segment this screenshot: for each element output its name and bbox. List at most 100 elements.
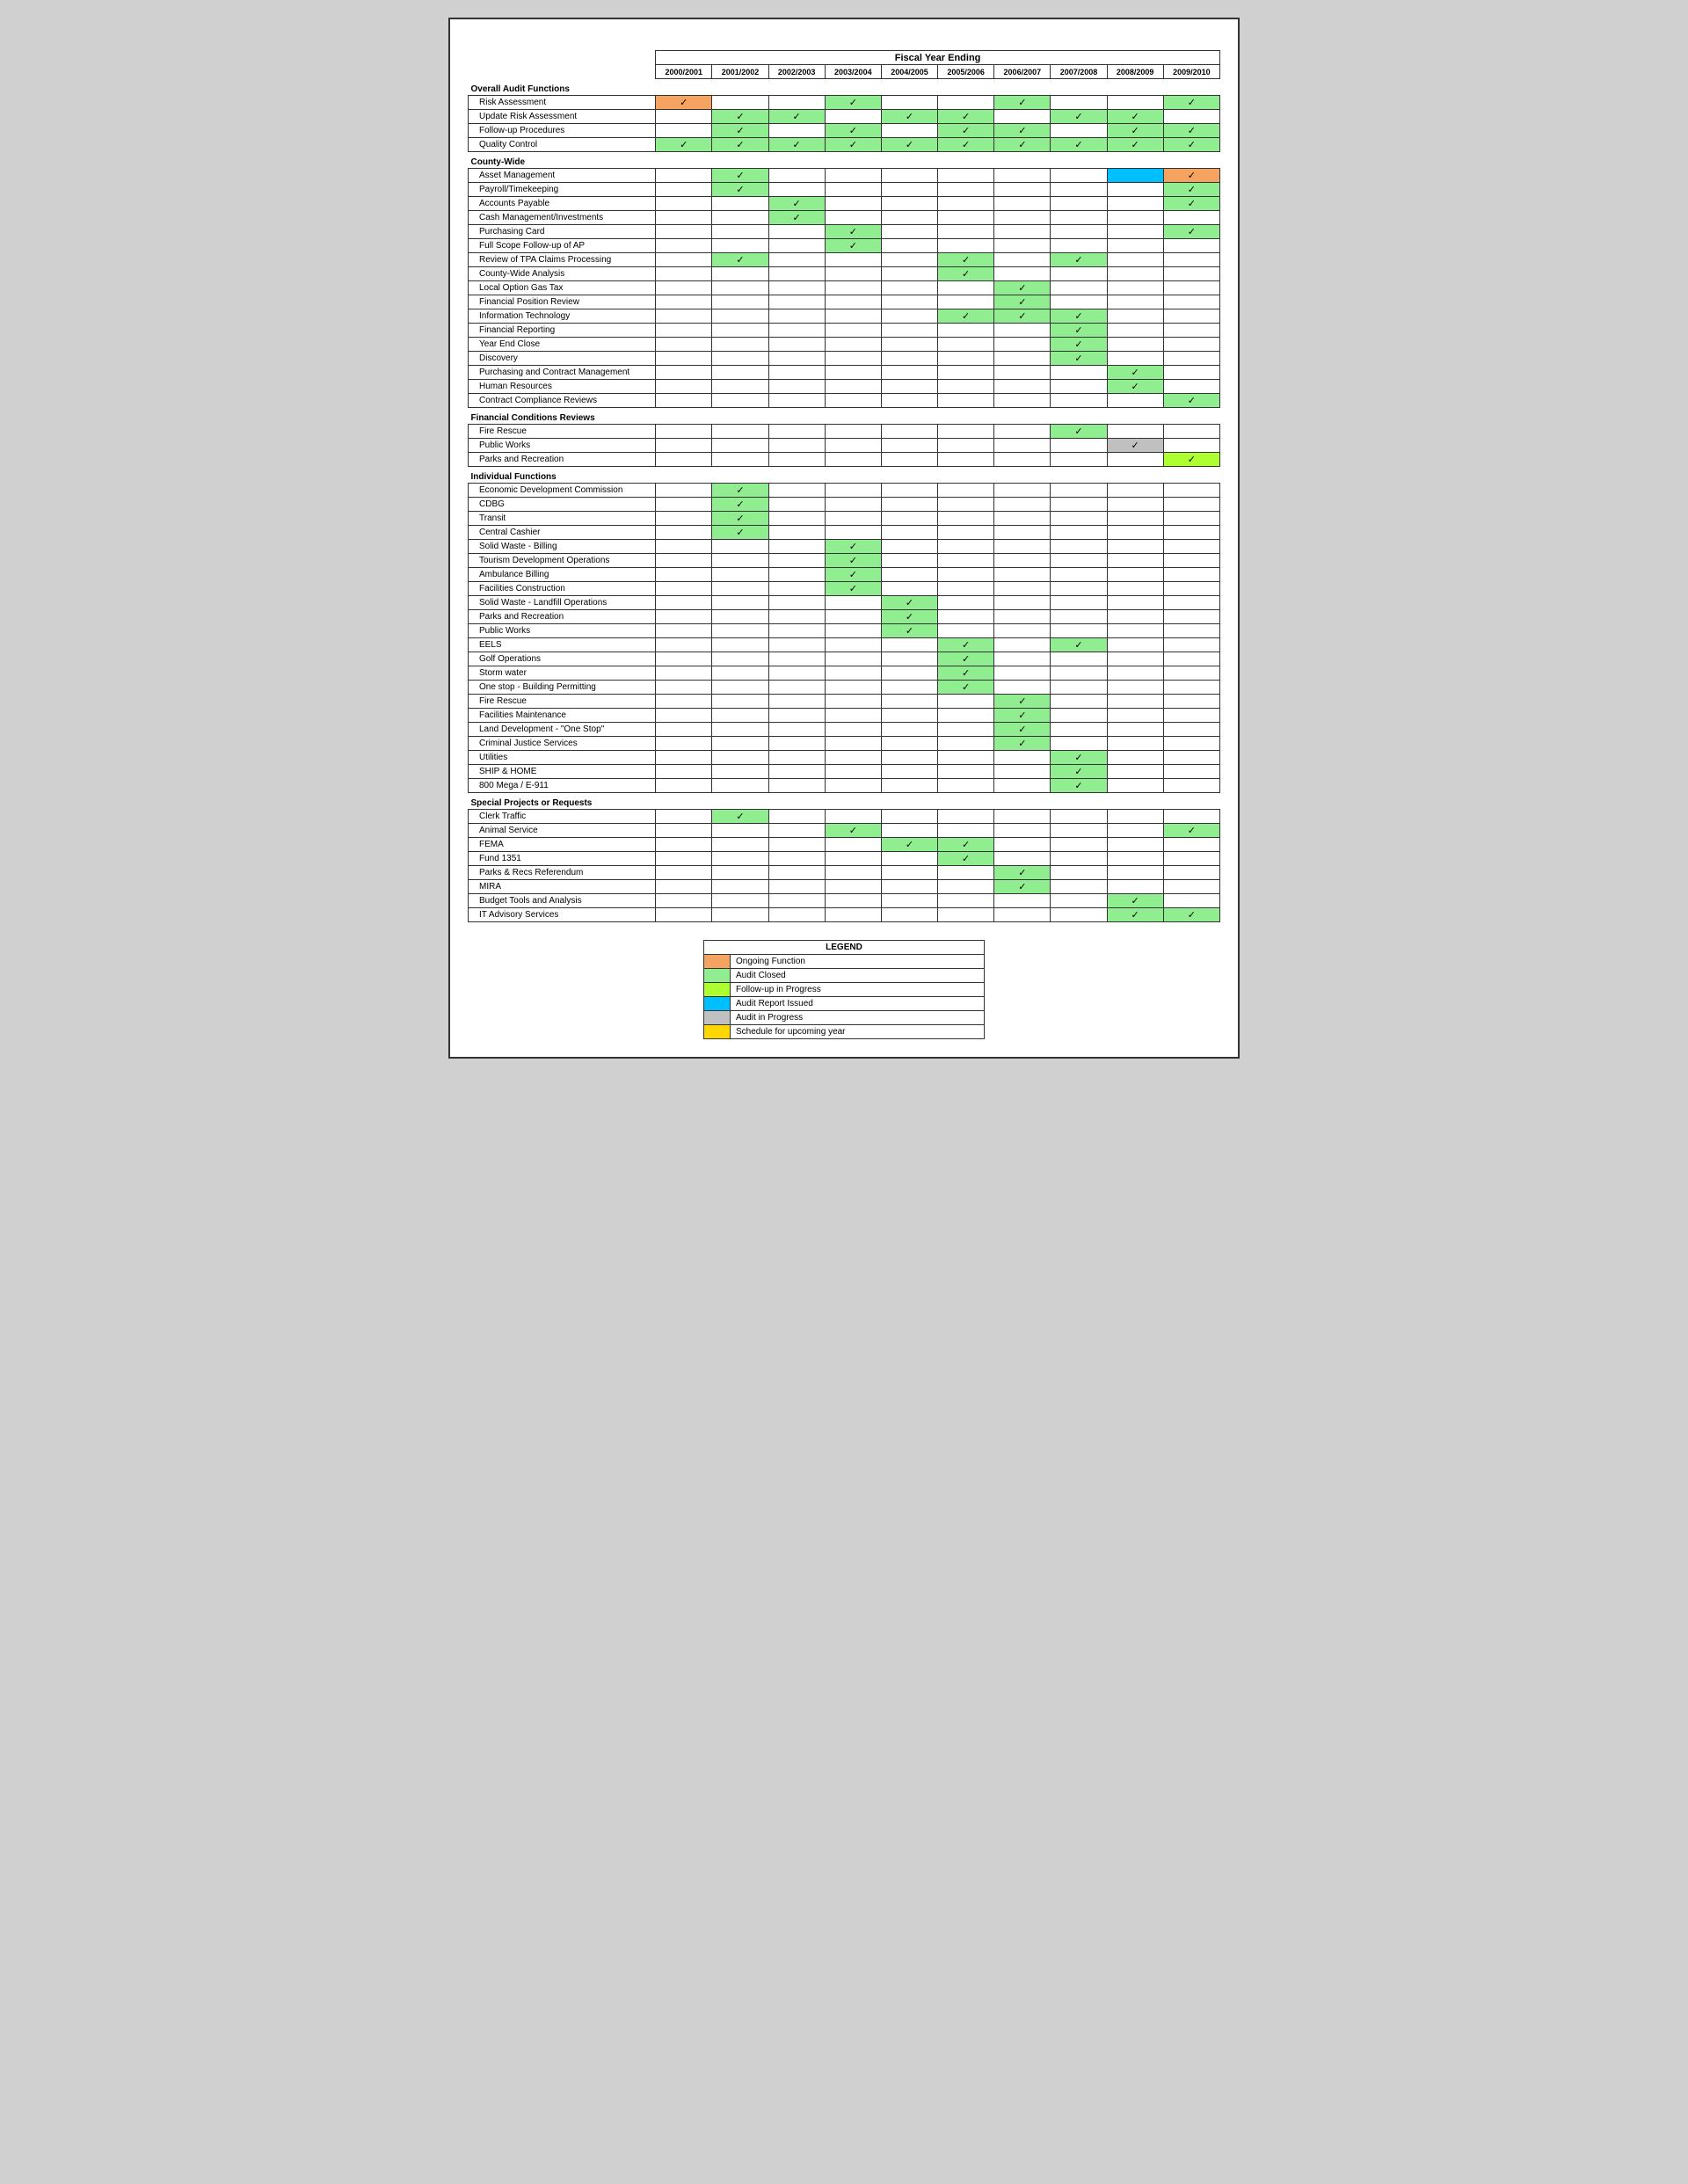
year-header-2005-2006: 2005/2006 <box>938 65 994 79</box>
cell-6 <box>994 638 1051 652</box>
cell-2 <box>768 253 825 267</box>
cell-9 <box>1163 610 1219 624</box>
cell-3 <box>825 197 881 211</box>
table-row: Year End Close✓ <box>469 338 1220 352</box>
cell-1: ✓ <box>712 512 768 526</box>
cell-8 <box>1107 737 1163 751</box>
cell-4 <box>881 183 937 197</box>
cell-7 <box>1051 540 1107 554</box>
cell-5 <box>938 512 994 526</box>
checkmark-icon: ✓ <box>1188 140 1196 150</box>
cell-6 <box>994 512 1051 526</box>
cell-9 <box>1163 512 1219 526</box>
cell-1 <box>712 96 768 110</box>
cell-4: ✓ <box>881 838 937 852</box>
cell-4 <box>881 709 937 723</box>
cell-1 <box>712 239 768 253</box>
cell-4 <box>881 225 937 239</box>
cell-7 <box>1051 610 1107 624</box>
cell-9 <box>1163 253 1219 267</box>
checkmark-icon: ✓ <box>1131 140 1139 150</box>
row-label: Parks and Recreation <box>469 610 656 624</box>
checkmark-icon: ✓ <box>1074 753 1082 763</box>
cell-1 <box>712 439 768 453</box>
cell-0 <box>656 309 712 324</box>
cell-3 <box>825 281 881 295</box>
cell-0 <box>656 810 712 824</box>
checkmark-icon: ✓ <box>736 255 744 266</box>
cell-4 <box>881 526 937 540</box>
cell-7: ✓ <box>1051 751 1107 765</box>
cell-5 <box>938 723 994 737</box>
cell-3 <box>825 309 881 324</box>
cell-2: ✓ <box>768 110 825 124</box>
cell-8 <box>1107 352 1163 366</box>
cell-0 <box>656 512 712 526</box>
cell-7 <box>1051 596 1107 610</box>
cell-6: ✓ <box>994 695 1051 709</box>
cell-7 <box>1051 866 1107 880</box>
table-row: Budget Tools and Analysis✓ <box>469 894 1220 908</box>
cell-6 <box>994 352 1051 366</box>
checkmark-icon: ✓ <box>1188 98 1196 108</box>
checkmark-icon: ✓ <box>906 626 913 637</box>
table-row: SHIP & HOME✓ <box>469 765 1220 779</box>
cell-4 <box>881 239 937 253</box>
table-row: Animal Service✓✓ <box>469 824 1220 838</box>
cell-4 <box>881 366 937 380</box>
cell-0 <box>656 169 712 183</box>
cell-0 <box>656 253 712 267</box>
cell-9 <box>1163 723 1219 737</box>
cell-5 <box>938 484 994 498</box>
cell-5 <box>938 894 994 908</box>
table-row: Land Development - "One Stop"✓ <box>469 723 1220 737</box>
cell-5 <box>938 596 994 610</box>
cell-1 <box>712 723 768 737</box>
year-header-2004-2005: 2004/2005 <box>881 65 937 79</box>
table-row: MIRA✓ <box>469 880 1220 894</box>
cell-7: ✓ <box>1051 425 1107 439</box>
checkmark-icon: ✓ <box>1074 311 1082 322</box>
row-label: Asset Management <box>469 169 656 183</box>
cell-4 <box>881 765 937 779</box>
cell-2 <box>768 512 825 526</box>
cell-1 <box>712 197 768 211</box>
cell-0 <box>656 880 712 894</box>
table-row: Review of TPA Claims Processing✓✓✓ <box>469 253 1220 267</box>
cell-4 <box>881 880 937 894</box>
checkmark-icon: ✓ <box>1131 368 1139 378</box>
cell-1 <box>712 225 768 239</box>
cell-4 <box>881 425 937 439</box>
cell-1: ✓ <box>712 498 768 512</box>
cell-5 <box>938 183 994 197</box>
cell-9 <box>1163 110 1219 124</box>
checkmark-icon: ✓ <box>736 528 744 538</box>
cell-6 <box>994 596 1051 610</box>
legend-title: LEGEND <box>704 941 985 955</box>
row-label: Golf Operations <box>469 652 656 666</box>
cell-3 <box>825 737 881 751</box>
checkmark-icon: ✓ <box>736 126 744 136</box>
cell-9 <box>1163 484 1219 498</box>
cell-9: ✓ <box>1163 96 1219 110</box>
cell-5 <box>938 366 994 380</box>
table-row: Quality Control✓✓✓✓✓✓✓✓✓✓ <box>469 138 1220 152</box>
cell-5 <box>938 765 994 779</box>
cell-0 <box>656 765 712 779</box>
row-label: Facilities Construction <box>469 582 656 596</box>
checkmark-icon: ✓ <box>906 140 913 150</box>
cell-7: ✓ <box>1051 779 1107 793</box>
cell-3 <box>825 596 881 610</box>
cell-1 <box>712 751 768 765</box>
row-label: County-Wide Analysis <box>469 267 656 281</box>
cell-8 <box>1107 484 1163 498</box>
row-label: SHIP & HOME <box>469 765 656 779</box>
cell-8 <box>1107 810 1163 824</box>
cell-0 <box>656 666 712 681</box>
cell-2 <box>768 779 825 793</box>
cell-3: ✓ <box>825 582 881 596</box>
cell-4 <box>881 253 937 267</box>
cell-0 <box>656 211 712 225</box>
cell-6 <box>994 498 1051 512</box>
cell-0 <box>656 638 712 652</box>
